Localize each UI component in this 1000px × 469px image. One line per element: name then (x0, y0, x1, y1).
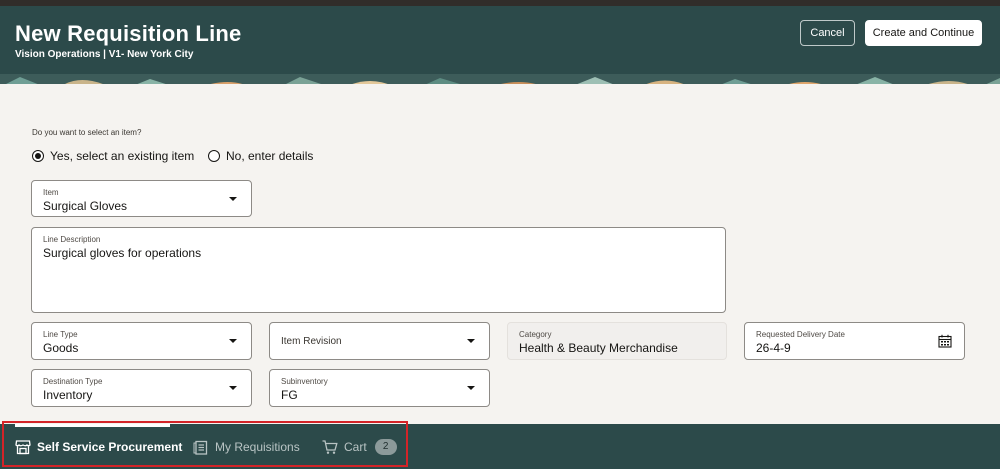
nav-label: Self Service Procurement (37, 439, 183, 454)
nav-label: Cart (344, 439, 367, 454)
item-revision-placeholder: Item Revision (281, 336, 342, 347)
subinventory-select[interactable]: Subinventory FG (269, 369, 490, 407)
store-icon (15, 439, 31, 454)
page-header: New Requisition Line Vision Operations |… (0, 6, 1000, 74)
requested-delivery-date-value: 26-4-9 (756, 341, 791, 355)
subinventory-label: Subinventory (281, 377, 328, 386)
item-revision-select[interactable]: Item Revision (269, 322, 490, 360)
subinventory-value: FG (281, 388, 298, 402)
radio-unchecked-icon (208, 150, 220, 162)
category-value: Health & Beauty Merchandise (519, 341, 678, 355)
requested-delivery-date-label: Requested Delivery Date (756, 330, 845, 339)
banner-pattern (0, 77, 1000, 84)
cart-count-badge: 2 (374, 438, 397, 455)
page-subtitle: Vision Operations | V1- New York City (15, 49, 194, 60)
line-type-select[interactable]: Line Type Goods (31, 322, 252, 360)
decorative-banner (0, 74, 1000, 84)
chevron-down-icon (229, 386, 237, 390)
radio-no-enter-details[interactable]: No, enter details (208, 149, 313, 163)
cart-icon (322, 439, 338, 454)
destination-type-label: Destination Type (43, 377, 103, 386)
item-select[interactable]: Item Surgical Gloves (31, 180, 252, 217)
clipboard-icon (193, 440, 208, 455)
chevron-down-icon (467, 339, 475, 343)
destination-type-value: Inventory (43, 388, 93, 402)
item-label: Item (43, 188, 59, 197)
create-and-continue-button[interactable]: Create and Continue (865, 20, 982, 46)
nav-self-service-procurement[interactable]: Self Service Procurement (15, 424, 182, 469)
category-field: Category Health & Beauty Merchandise (507, 322, 727, 360)
chevron-down-icon (467, 386, 475, 390)
line-description-value: Surgical gloves for operations (43, 246, 202, 260)
requested-delivery-date-input[interactable]: Requested Delivery Date 26-4-9 (744, 322, 965, 360)
radio-no-label: No, enter details (226, 149, 314, 163)
item-question-label: Do you want to select an item? (32, 128, 142, 137)
destination-type-select[interactable]: Destination Type Inventory (31, 369, 252, 407)
radio-checked-icon (32, 150, 44, 162)
calendar-icon[interactable] (938, 334, 952, 348)
chevron-down-icon (229, 339, 237, 343)
cancel-button[interactable]: Cancel (800, 20, 855, 46)
radio-yes-existing-item[interactable]: Yes, select an existing item (32, 149, 194, 163)
nav-cart[interactable]: Cart 2 (322, 424, 397, 469)
chevron-down-icon (229, 196, 237, 201)
radio-yes-label: Yes, select an existing item (50, 149, 195, 163)
item-value: Surgical Gloves (43, 199, 128, 213)
nav-label: My Requisitions (215, 439, 300, 454)
page-title: New Requisition Line (15, 21, 242, 46)
line-type-value: Goods (43, 341, 79, 355)
bottom-navigation: Self Service Procurement My Requisitions… (0, 424, 1000, 469)
category-label: Category (519, 330, 552, 339)
line-type-label: Line Type (43, 330, 78, 339)
nav-my-requisitions[interactable]: My Requisitions (193, 424, 300, 469)
line-description-label: Line Description (43, 235, 101, 244)
line-description-textarea[interactable]: Line Description Surgical gloves for ope… (31, 227, 726, 313)
